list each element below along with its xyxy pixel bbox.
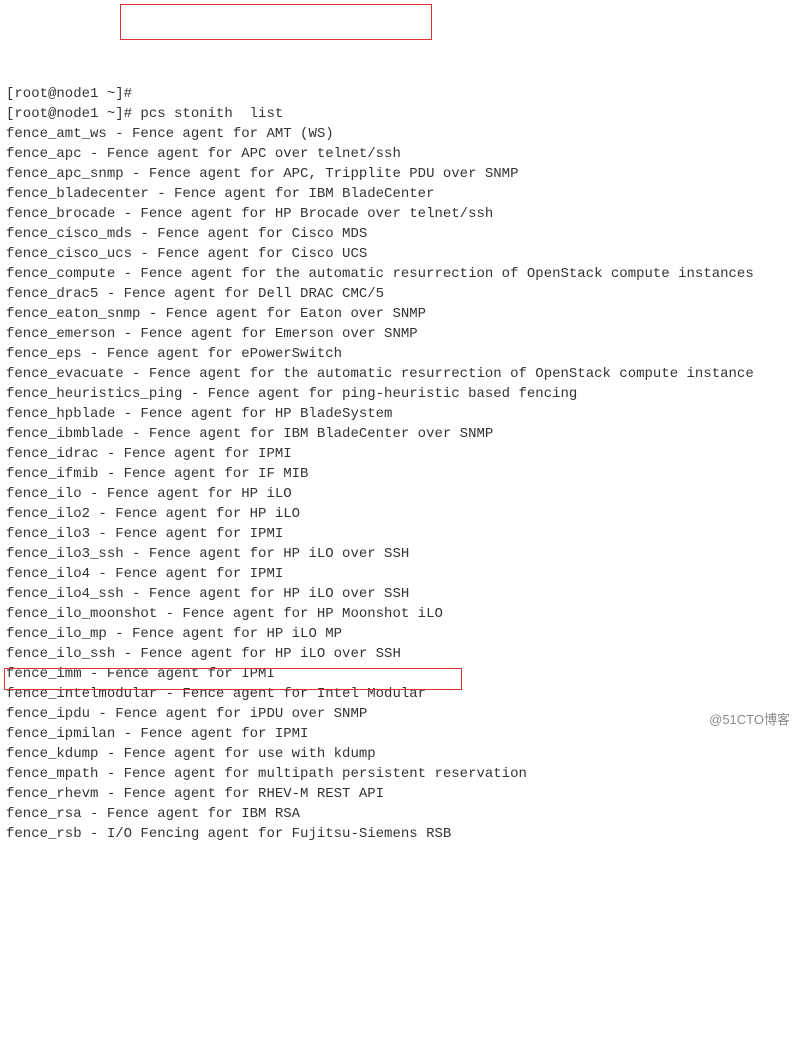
output-line: fence_ilo2 - Fence agent for HP iLO — [6, 504, 794, 524]
output-line: fence_compute - Fence agent for the auto… — [6, 264, 794, 284]
output-line: fence_intelmodular - Fence agent for Int… — [6, 684, 794, 704]
output-line: fence_emerson - Fence agent for Emerson … — [6, 324, 794, 344]
output-line: fence_ilo_ssh - Fence agent for HP iLO o… — [6, 644, 794, 664]
output-line: fence_hpblade - Fence agent for HP Blade… — [6, 404, 794, 424]
output-line: fence_evacuate - Fence agent for the aut… — [6, 364, 794, 384]
output-line: fence_idrac - Fence agent for IPMI — [6, 444, 794, 464]
prompt-line-empty: [root@node1 ~]# — [6, 84, 794, 104]
output-line: fence_rsb - I/O Fencing agent for Fujits… — [6, 824, 794, 844]
output-line: fence_eaton_snmp - Fence agent for Eaton… — [6, 304, 794, 324]
output-line: fence_heuristics_ping - Fence agent for … — [6, 384, 794, 404]
highlight-command — [120, 4, 432, 40]
output-line: fence_rhevm - Fence agent for RHEV-M RES… — [6, 784, 794, 804]
output-line: fence_ipdu - Fence agent for iPDU over S… — [6, 704, 794, 724]
output-line: fence_apc - Fence agent for APC over tel… — [6, 144, 794, 164]
output-line: fence_ilo4 - Fence agent for IPMI — [6, 564, 794, 584]
output-line: fence_ilo3 - Fence agent for IPMI — [6, 524, 794, 544]
output-line: fence_ipmilan - Fence agent for IPMI — [6, 724, 794, 744]
output-line: fence_brocade - Fence agent for HP Broca… — [6, 204, 794, 224]
output-line: fence_kdump - Fence agent for use with k… — [6, 744, 794, 764]
output-line: fence_apc_snmp - Fence agent for APC, Tr… — [6, 164, 794, 184]
output-line: fence_drac5 - Fence agent for Dell DRAC … — [6, 284, 794, 304]
output-line: fence_ilo3_ssh - Fence agent for HP iLO … — [6, 544, 794, 564]
output-line: fence_ilo - Fence agent for HP iLO — [6, 484, 794, 504]
output-line: fence_ifmib - Fence agent for IF MIB — [6, 464, 794, 484]
output-line: fence_imm - Fence agent for IPMI — [6, 664, 794, 684]
output-line: fence_ilo_mp - Fence agent for HP iLO MP — [6, 624, 794, 644]
output-line: fence_cisco_mds - Fence agent for Cisco … — [6, 224, 794, 244]
output-line: fence_rsa - Fence agent for IBM RSA — [6, 804, 794, 824]
output-line: fence_ibmblade - Fence agent for IBM Bla… — [6, 424, 794, 444]
output-line: fence_ilo_moonshot - Fence agent for HP … — [6, 604, 794, 624]
watermark: @51CTO博客 — [709, 710, 790, 730]
output-line: fence_amt_ws - Fence agent for AMT (WS) — [6, 124, 794, 144]
command-line: [root@node1 ~]# pcs stonith list — [6, 104, 794, 124]
terminal-output: [root@node1 ~]#[root@node1 ~]# pcs stoni… — [6, 84, 794, 844]
output-line: fence_eps - Fence agent for ePowerSwitch — [6, 344, 794, 364]
output-line: fence_cisco_ucs - Fence agent for Cisco … — [6, 244, 794, 264]
output-line: fence_mpath - Fence agent for multipath … — [6, 764, 794, 784]
output-line: fence_ilo4_ssh - Fence agent for HP iLO … — [6, 584, 794, 604]
output-line: fence_bladecenter - Fence agent for IBM … — [6, 184, 794, 204]
